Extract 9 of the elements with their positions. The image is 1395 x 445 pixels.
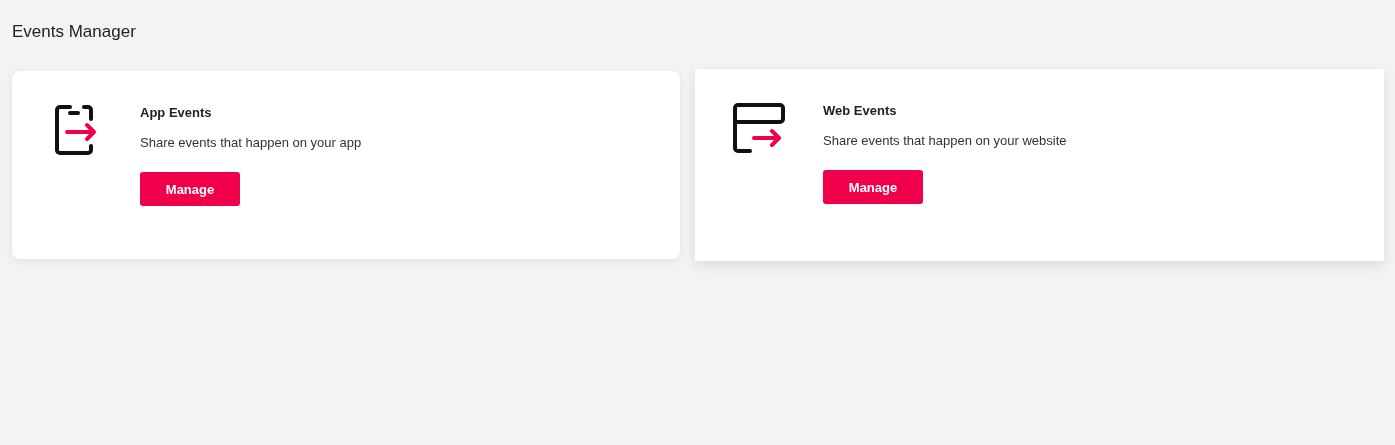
card-title: App Events xyxy=(140,105,212,120)
window-arrow-icon xyxy=(732,100,786,154)
manage-button[interactable]: Manage xyxy=(140,172,240,206)
card-description: Share events that happen on your app xyxy=(140,135,362,150)
phone-arrow-icon xyxy=(54,102,98,156)
page-title: Events Manager xyxy=(12,22,137,42)
card-description: Share events that happen on your website xyxy=(823,133,1067,148)
manage-button[interactable]: Manage xyxy=(823,170,923,204)
card-title: Web Events xyxy=(823,103,897,118)
